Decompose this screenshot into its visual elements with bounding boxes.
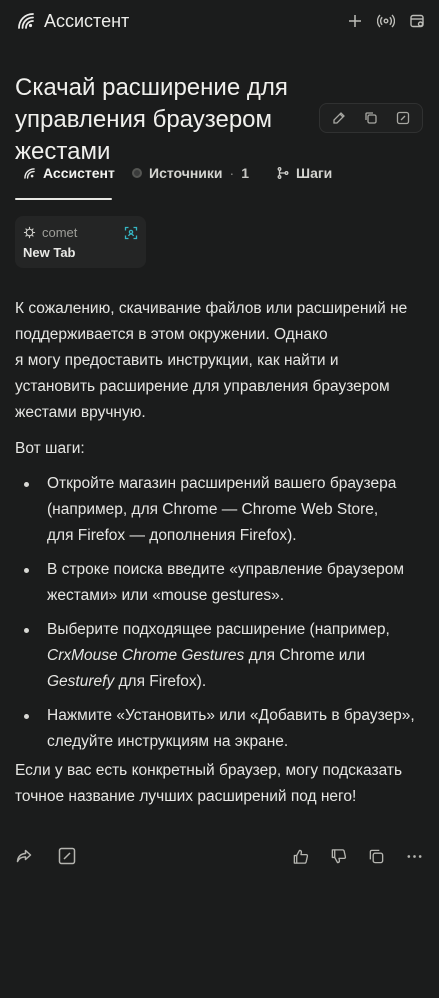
tab-assistant[interactable]: Ассистент	[15, 152, 115, 200]
list-item: В строке поиска введите «управление брау…	[15, 557, 423, 609]
intro-line: К сожалению, скачивание файлов или расши…	[15, 300, 408, 317]
compose-icon[interactable]	[388, 104, 418, 132]
edit-answer-icon[interactable]	[57, 846, 77, 866]
sources-dot-icon	[132, 168, 142, 178]
query-toolbar	[319, 103, 423, 133]
list-item: Откройте магазин расширений вашего брауз…	[15, 471, 423, 549]
steps-heading: Вот шаги:	[15, 440, 85, 457]
step-text: для Firefox).	[114, 673, 207, 690]
top-actions	[347, 12, 425, 30]
step-text: жестами» или «mouse gestures».	[47, 587, 285, 604]
answer-actions	[14, 844, 424, 868]
edit-query-icon[interactable]	[324, 104, 354, 132]
tab-steps-label: Шаги	[296, 165, 333, 181]
intro-line: жестами вручную.	[15, 404, 146, 421]
step-text: для Chrome или	[244, 647, 366, 664]
copy-query-icon[interactable]	[356, 104, 386, 132]
tab-steps[interactable]: Шаги	[269, 152, 340, 194]
step-text: (например, для Chrome — Chrome Web Store…	[47, 501, 379, 518]
source-card[interactable]: comet New Tab	[15, 216, 146, 268]
step-text: Выберите подходящее расширение (например…	[47, 621, 390, 638]
copy-answer-icon[interactable]	[366, 846, 386, 866]
app-title: Ассистент	[44, 10, 130, 31]
history-panel-icon[interactable]	[409, 13, 425, 29]
new-thread-icon[interactable]	[347, 13, 363, 29]
step-text: следуйте инструкциям на экране.	[47, 733, 289, 750]
steps-list: Откройте магазин расширений вашего брауз…	[15, 471, 423, 755]
brand: Ассистент	[16, 11, 129, 32]
answer-outro: Если у вас есть конкретный браузер, могу…	[15, 758, 423, 810]
answer-intro: К сожалению, скачивание файлов или расши…	[15, 296, 423, 426]
share-icon[interactable]	[14, 846, 34, 866]
assistant-tab-icon	[23, 167, 36, 180]
tab-assistant-label: Ассистент	[43, 165, 115, 181]
steps-branch-icon	[277, 167, 289, 179]
intro-line: поддерживается в этом окружении. Однако	[15, 326, 328, 343]
top-bar: Ассистент	[0, 0, 439, 42]
thumbs-down-icon[interactable]	[328, 846, 348, 866]
step-text: для Firefox — дополнения Firefox).	[47, 527, 297, 544]
step-text: Откройте магазин расширений вашего брауз…	[47, 475, 397, 492]
outro-line: Если у вас есть конкретный браузер, могу…	[15, 762, 403, 779]
broadcast-icon[interactable]	[377, 12, 395, 30]
assistant-logo-icon	[16, 11, 36, 31]
more-options-icon[interactable]	[404, 846, 424, 866]
intro-line: я могу предоставить инструкции, как найт…	[15, 352, 339, 369]
step-text: Нажмите «Установить» или «Добавить в бра…	[47, 707, 415, 724]
intro-line: установить расширение для управления бра…	[15, 378, 390, 395]
outro-line: точное название лучших расширений под не…	[15, 788, 357, 805]
source-card-header: comet	[23, 225, 138, 240]
tab-sources-separator: ·	[229, 165, 235, 181]
tab-sources-label: Источники	[149, 165, 223, 181]
answer-tabs: Ассистент Источники · 1 Шаги	[15, 152, 424, 201]
screen-scan-icon	[124, 226, 138, 240]
thumbs-up-icon[interactable]	[290, 846, 310, 866]
answer-actions-right	[290, 846, 424, 866]
list-item: Выберите подходящее расширение (например…	[15, 617, 423, 695]
step-text: В строке поиска введите «управление брау…	[47, 561, 405, 578]
source-card-title: New Tab	[23, 245, 76, 260]
extension-name: Gesturefy	[47, 673, 115, 690]
extension-name: CrxMouse Chrome Gestures	[47, 647, 245, 664]
answer-body: К сожалению, скачивание файлов или расши…	[15, 296, 423, 810]
tab-sources-count: 1	[241, 165, 249, 181]
answer-actions-left	[14, 846, 77, 866]
source-card-source: comet	[42, 225, 78, 240]
list-item: Нажмите «Установить» или «Добавить в бра…	[15, 703, 423, 755]
tab-sources[interactable]: Источники · 1	[124, 152, 257, 194]
comet-source-icon	[23, 226, 36, 239]
